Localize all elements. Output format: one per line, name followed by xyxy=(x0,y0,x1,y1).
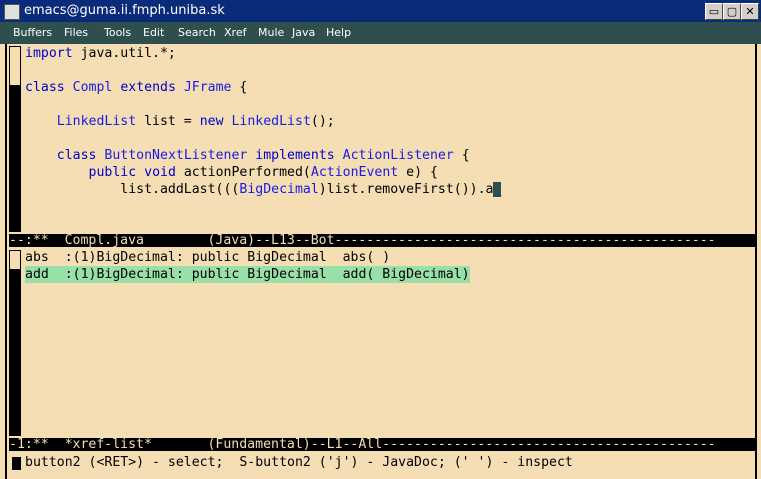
minibuffer-cursor xyxy=(12,457,21,470)
menu-xref[interactable]: Xref xyxy=(224,26,246,39)
close-button[interactable]: ✕ xyxy=(741,3,759,20)
minimize-button[interactable]: ▭ xyxy=(705,3,723,20)
title-bar[interactable]: emacs@guma.ii.fmph.uniba.sk ▭ ▢ ✕ xyxy=(0,0,761,22)
menu-help[interactable]: Help xyxy=(326,26,351,39)
code-line: class ButtonNextListener implements Acti… xyxy=(56,148,470,163)
scrollbar-track[interactable] xyxy=(9,86,21,232)
menu-bar: Buffers Files Tools Edit Search Xref Mul… xyxy=(0,22,761,44)
maximize-button[interactable]: ▢ xyxy=(723,3,741,20)
xref-list-item[interactable]: abs :(1)BigDecimal: public BigDecimal ab… xyxy=(25,249,390,266)
minibuffer-echo[interactable]: button2 (<RET>) - select; S-button2 ('j'… xyxy=(25,454,573,471)
code-line: class Compl extends JFrame { xyxy=(25,80,248,95)
xref-mode-line[interactable]: -1:** *xref-list* (Fundamental)--L1--All… xyxy=(9,438,755,451)
menu-java[interactable]: Java xyxy=(292,26,315,39)
editor-mode-line[interactable]: --:** Compl.java (Java)--L13--Bot-------… xyxy=(9,234,755,247)
right-frame-border xyxy=(755,44,757,479)
code-buffer[interactable]: import java.util.*; class Compl extends … xyxy=(25,45,502,198)
left-frame-border xyxy=(5,44,7,479)
xref-scrollbar-track[interactable] xyxy=(9,270,21,436)
xref-scrollbar-thumb[interactable] xyxy=(9,250,21,270)
window-title: emacs@guma.ii.fmph.uniba.sk xyxy=(24,3,225,18)
menu-mule[interactable]: Mule xyxy=(258,26,284,39)
text-cursor: _ xyxy=(493,182,502,197)
menu-buffers[interactable]: Buffers xyxy=(13,26,52,39)
menu-search[interactable]: Search xyxy=(178,26,216,39)
code-line: list.addLast(((BigDecimal)list.removeFir… xyxy=(25,182,502,197)
window-icon[interactable] xyxy=(4,4,20,20)
code-line: public void actionPerformed(ActionEvent … xyxy=(88,165,438,180)
scrollbar-thumb[interactable] xyxy=(9,46,21,86)
code-line: import java.util.*; xyxy=(25,46,176,61)
emacs-window: emacs@guma.ii.fmph.uniba.sk ▭ ▢ ✕ Buffer… xyxy=(0,0,761,479)
code-line: LinkedList list = new LinkedList(); xyxy=(56,114,335,129)
menu-edit[interactable]: Edit xyxy=(143,26,164,39)
menu-tools[interactable]: Tools xyxy=(104,26,131,39)
menu-files[interactable]: Files xyxy=(64,26,88,39)
xref-list-item-selected[interactable]: add :(1)BigDecimal: public BigDecimal ad… xyxy=(25,266,470,283)
